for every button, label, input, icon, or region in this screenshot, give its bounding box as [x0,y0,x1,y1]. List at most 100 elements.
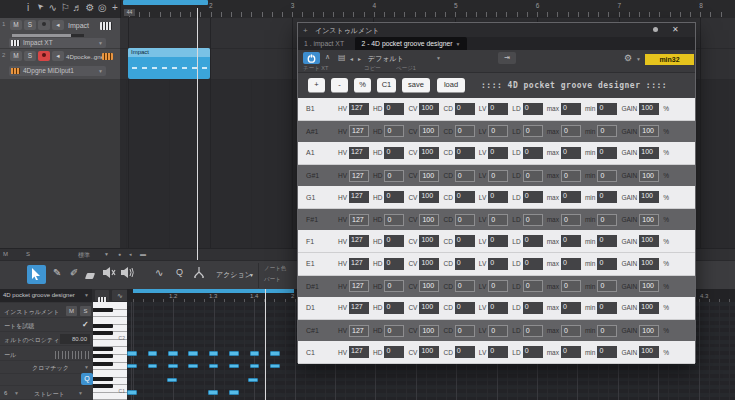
field-lv[interactable]: 0 [488,235,508,247]
chevron-down-icon[interactable]: ▼ [78,390,83,396]
black-key[interactable] [93,324,113,328]
tab-groove-designer[interactable]: 2 - 4D pocket groove designer▼ [355,37,467,50]
quantize-icon[interactable]: ♬ [72,2,84,13]
track-name[interactable]: 4Dpocke..gner [66,53,106,60]
c1-button[interactable]: C1 [377,78,396,93]
track-name[interactable]: Impact [68,22,89,29]
midi-note[interactable] [208,390,218,395]
field-cd[interactable]: 0 [455,103,475,115]
field-gain[interactable]: 100 [639,170,659,182]
field-min[interactable]: 0 [597,125,617,137]
field-hv[interactable]: 127 [349,214,369,226]
min32-badge[interactable]: min32 [645,54,694,65]
field-max[interactable]: 0 [561,325,581,337]
solo-button[interactable]: S [24,20,36,30]
field-hd[interactable]: 0 [384,280,404,292]
black-key[interactable] [93,354,113,358]
field-cv[interactable]: 100 [419,214,439,226]
midi-note[interactable] [148,364,158,369]
save-button[interactable]: save [402,78,430,93]
chevron-down-icon[interactable]: ▼ [636,56,641,62]
mute-button[interactable]: M [10,51,22,61]
field-cv[interactable]: 100 [419,191,439,203]
black-key[interactable] [93,331,113,335]
field-gain[interactable]: 100 [639,325,659,337]
field-lv[interactable]: 0 [488,346,508,358]
quantize-button[interactable]: Q [81,373,93,385]
field-cd[interactable]: 0 [455,170,475,182]
field-min[interactable]: 0 [597,280,617,292]
zoom-icon[interactable]: Q [176,267,183,277]
field-ld[interactable]: 0 [523,214,543,226]
instrument-selector[interactable]: Impact XT▼ [9,38,106,48]
field-cv[interactable]: 100 [419,147,439,159]
field-cd[interactable]: 0 [455,125,475,137]
midi-note[interactable] [168,364,178,369]
field-hv[interactable]: 127 [349,258,369,270]
field-ld[interactable]: 0 [523,191,543,203]
field-max[interactable]: 0 [561,346,581,358]
field-gain[interactable]: 100 [639,147,659,159]
field-cd[interactable]: 0 [455,214,475,226]
prev-preset-icon[interactable]: ◂ [350,55,353,62]
field-cv[interactable]: 100 [419,302,439,314]
field-max[interactable]: 0 [561,103,581,115]
field-gain[interactable]: 100 [639,346,659,358]
field-max[interactable]: 0 [561,214,581,226]
record-button[interactable] [38,20,50,30]
field-lv[interactable]: 0 [488,103,508,115]
field-hv[interactable]: 127 [349,325,369,337]
field-gain[interactable]: 100 [639,103,659,115]
scale-keys-widget[interactable] [55,351,91,359]
midi-note[interactable] [167,378,177,383]
monitor-button[interactable]: ◂ [52,51,64,61]
field-cv[interactable]: 100 [419,325,439,337]
minus-button[interactable]: - [331,78,348,93]
field-ld[interactable]: 0 [523,258,543,270]
field-gain[interactable]: 100 [639,258,659,270]
record-button[interactable] [38,51,50,61]
solo-button[interactable]: S [24,51,36,61]
scale-selector[interactable]: クロマチック [32,364,69,373]
pointer-tool-button[interactable] [27,265,46,284]
solo-label[interactable]: S [26,251,30,257]
field-lv[interactable]: 0 [488,280,508,292]
curve-icon[interactable]: ∿ [155,267,163,278]
next-preset-icon[interactable]: ▸ [358,55,361,62]
field-ld[interactable]: 0 [523,235,543,247]
field-hd[interactable]: 0 [384,103,404,115]
midi-note[interactable] [270,351,280,356]
field-cv[interactable]: 100 [419,103,439,115]
field-gain[interactable]: 100 [639,214,659,226]
midi-note[interactable] [127,390,137,395]
arrange-ruler[interactable]: 44 2345678 [120,0,735,18]
drum-view-button[interactable]: ∿ [112,290,128,301]
field-min[interactable]: 0 [597,346,617,358]
midi-note[interactable] [148,351,158,356]
solo-button[interactable]: S [80,306,91,316]
field-cd[interactable]: 0 [455,346,475,358]
field-cv[interactable]: 100 [419,258,439,270]
marker-icon[interactable]: ⚐ [59,2,71,13]
field-ld[interactable]: 0 [523,103,543,115]
chevron-down-icon[interactable]: ▼ [249,272,254,278]
field-cd[interactable]: 0 [455,235,475,247]
field-min[interactable]: 0 [597,147,617,159]
field-cd[interactable]: 0 [455,302,475,314]
field-cd[interactable]: 0 [455,280,475,292]
percent-button[interactable]: % [354,78,371,93]
info-icon[interactable]: i [22,2,34,13]
mute-tool-icon[interactable] [103,267,116,280]
piano-keyboard[interactable]: C2C1 [93,302,127,400]
field-cd[interactable]: 0 [455,258,475,270]
chevron-down-icon[interactable]: ▼ [104,251,109,257]
field-cv[interactable]: 100 [419,346,439,358]
black-key[interactable] [93,347,113,351]
midi-note[interactable] [209,351,219,356]
field-hv[interactable]: 127 [349,125,369,137]
paint-tool-icon[interactable]: ✐ [70,267,78,278]
listen-tool-icon[interactable] [121,267,135,280]
help-icon[interactable]: ◎ [96,2,108,13]
monitor-button[interactable]: ◂ [52,20,64,30]
chevron-down-icon[interactable]: ▼ [84,364,89,370]
